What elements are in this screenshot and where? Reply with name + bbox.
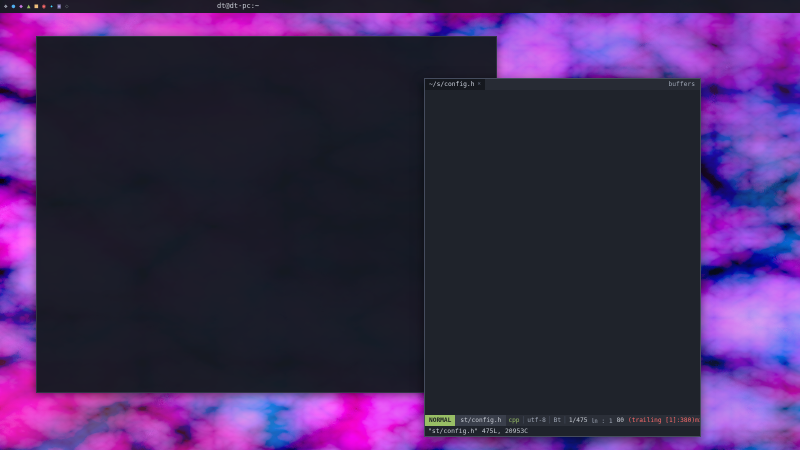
code-line[interactable]: 13 };: [425, 180, 700, 187]
workspace-tag-icon[interactable]: ◉: [42, 0, 46, 13]
code-line[interactable]: 43 /* selection timeouts (in millisecond…: [425, 401, 700, 408]
code-line[interactable]: 37 * word delimiter string: [425, 357, 700, 364]
code-line[interactable]: 16: [425, 202, 700, 209]
vim-tabline: ~/s/config.h ✕ buffers: [425, 79, 700, 90]
code-line[interactable]: 12 "Hack Nerd Font Mono:pixelsize=11:ant…: [425, 172, 700, 179]
code-line[interactable]: 21 * 3: SHELL environment variable: [425, 239, 700, 246]
code-line[interactable]: 35: [425, 342, 700, 349]
window-number: 80: [615, 417, 626, 424]
code-line[interactable]: 15 static int borderpx = 2;: [425, 194, 700, 201]
code-line[interactable]: 18 * What program is execed by st depend…: [425, 217, 700, 224]
code-line[interactable]: 25 static char *shell = "/bin/sh";: [425, 268, 700, 275]
workspace-tag-icon[interactable]: ▲: [27, 0, 31, 13]
code-line[interactable]: 20 * 2: utmp option: [425, 231, 700, 238]
filetype-indicator: cpp: [506, 417, 521, 424]
file-row: .rw-r--r-- 0 dt 5 Nov 2019 .tig_history: [41, 57, 492, 65]
close-icon[interactable]: ✕: [478, 79, 481, 90]
code-line[interactable]: 5 /* |____/ |_| */: [425, 121, 700, 128]
code-line[interactable]: 26 char *utmp = NULL;: [425, 276, 700, 283]
whitespace-warning: (trailing [1]:380)mix-indent-file: [626, 417, 700, 424]
statusline-filename: st/config.h: [455, 415, 506, 426]
mode-indicator: NORMAL: [425, 415, 455, 426]
window-title: dt@dt-pc:~: [217, 0, 259, 13]
code-line[interactable]: 42: [425, 394, 700, 401]
code-area[interactable]: 1 /* ____ _____ */ 2 /* | _ \_ _| Derek …: [425, 90, 700, 415]
workspace-tag-icon[interactable]: ●: [12, 0, 16, 13]
code-line[interactable]: 40 */: [425, 379, 700, 386]
code-line[interactable]: 8 /* appearance */: [425, 143, 700, 150]
file-row: .rw------- 25 dt 3 Jun 2019 .teensy: [41, 48, 492, 56]
code-line[interactable]: 2 /* | _ \_ _| Derek Taylor (DistroTube)…: [425, 98, 700, 105]
code-line[interactable]: 29 /* identification sequence returned i…: [425, 298, 700, 305]
code-line[interactable]: 34 static float chscale = 1.0;: [425, 335, 700, 342]
status-bar: ❖ ● ◆ ▲ ■ ◉ ✦ ▣ ◇ dt@dt-pc:~: [0, 0, 800, 13]
workspace-tag-icon[interactable]: ◇: [65, 0, 69, 13]
code-line[interactable]: 4 /* | |_| || | http://www.gitlab.com/dw…: [425, 113, 700, 120]
code-line[interactable]: 7 /* See LICENSE file for copyright and …: [425, 135, 700, 142]
code-line[interactable]: 9 static char *font = "Mononoki Nerd Fon…: [425, 150, 700, 157]
vim-editor-window[interactable]: ~/s/config.h ✕ buffers 1 /* ____ _____ *…: [424, 78, 701, 437]
cursor-column: ㏑ : 1: [589, 416, 614, 425]
code-line[interactable]: 22 * 4: value of shell in /etc/passwd: [425, 246, 700, 253]
file-row: lrwxrwxrwx 25 dt 24 Feb 22:03 .steampid …: [41, 40, 492, 48]
code-line[interactable]: 10 static char *font2[] = {: [425, 158, 700, 165]
code-line[interactable]: 33 static float cwscale = 1.0;: [425, 328, 700, 335]
code-line[interactable]: 17 /*: [425, 209, 700, 216]
encoding-indicator: utf-8: [525, 417, 548, 424]
workspace-tags: ❖ ● ◆ ▲ ■ ◉ ✦ ▣ ◇: [0, 0, 69, 13]
code-line[interactable]: 3 /* | | | || | http://www.youtube.com/c…: [425, 106, 700, 113]
workspace-tag-icon[interactable]: ✦: [50, 0, 54, 13]
workspace-tag-icon[interactable]: ▣: [57, 0, 61, 13]
vim-statusline: NORMAL st/config.h cpp │ utf-8 │ Bt │ 1/…: [425, 415, 700, 426]
code-line[interactable]: 30 char *vtiden = "\033[?6c";: [425, 305, 700, 312]
code-line[interactable]: 1 /* ____ _____ */: [425, 91, 700, 98]
code-line[interactable]: 19 * 1: program passed with -e: [425, 224, 700, 231]
workspace-tag-icon[interactable]: ❖: [4, 0, 8, 13]
workspace-tag-icon[interactable]: ◆: [19, 0, 23, 13]
code-line[interactable]: 39 * More advanced example: L" `'\"()[]{…: [425, 372, 700, 379]
code-line[interactable]: 6: [425, 128, 700, 135]
tab-config-h[interactable]: ~/s/config.h ✕: [425, 79, 485, 90]
fileformat-indicator: Bt: [552, 417, 563, 424]
vim-message-line: "st/config.h" 475L, 20953C: [425, 426, 700, 436]
cursor-position: 1/475: [567, 417, 590, 424]
code-line[interactable]: 28: [425, 291, 700, 298]
desktop: ❖ ● ◆ ▲ ■ ◉ ✦ ▣ ◇ dt@dt-pc:~: [0, 0, 800, 450]
code-line[interactable]: 11 "Inconsolata for Powerline:pixelsize=…: [425, 165, 700, 172]
code-line[interactable]: 14: [425, 187, 700, 194]
code-line[interactable]: 36 /*: [425, 350, 700, 357]
tab-label: ~/s/config.h: [429, 79, 475, 90]
code-line[interactable]: 24 */: [425, 261, 700, 268]
code-line[interactable]: 38 *: [425, 364, 700, 371]
workspace-tag-icon[interactable]: ■: [35, 0, 39, 13]
prompt-marker: ·: [65, 389, 69, 393]
code-line[interactable]: 41 wchar_t *worddelimiters = L" ";: [425, 387, 700, 394]
code-line[interactable]: 23 * 5: value of shell in config.h: [425, 254, 700, 261]
buffers-label: buffers: [668, 81, 700, 88]
code-line[interactable]: 27 char *stty_args = "stty raw pass8 nl …: [425, 283, 700, 290]
file-row: .rw-r--r-- 17k dt 13 Aug 2018 .tigrc: [41, 65, 492, 73]
code-line[interactable]: 32 /* Kerning / character bounding-box m…: [425, 320, 700, 327]
code-line[interactable]: 31: [425, 313, 700, 320]
